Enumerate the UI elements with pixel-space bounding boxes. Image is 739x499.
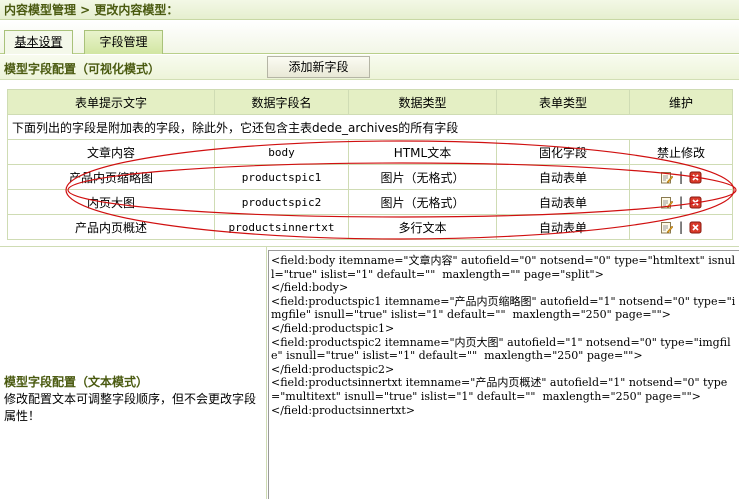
row-form-type: 自动表单: [496, 214, 630, 240]
row-maintenance: 禁止修改: [629, 139, 733, 165]
row-form-type: 自动表单: [496, 189, 630, 215]
header-maintenance: 维护: [629, 89, 733, 115]
row-maintenance: |: [629, 164, 733, 190]
field-table: 表单提示文字 数据字段名 数据类型 表单类型 维护 下面列出的字段是附加表的字段…: [7, 89, 733, 240]
table-row: 产品内页概述 productsinnertxt 多行文本 自动表单 |: [7, 214, 733, 240]
row-maintenance: |: [629, 214, 733, 240]
section-divider: [0, 246, 739, 247]
header-field-name: 数据字段名: [214, 89, 349, 115]
delete-icon[interactable]: [689, 171, 702, 184]
delete-icon[interactable]: [689, 196, 702, 209]
tab-basic-settings[interactable]: 基本设置: [4, 30, 73, 54]
row-maintenance: |: [629, 189, 733, 215]
separator: |: [678, 170, 684, 185]
header-form-type: 表单类型: [496, 89, 630, 115]
edit-icon[interactable]: [660, 196, 673, 209]
header-form-label: 表单提示文字: [7, 89, 215, 115]
table-row: 文章内容 body HTML文本 固化字段 禁止修改: [7, 139, 733, 165]
add-field-button[interactable]: 添加新字段: [267, 56, 370, 78]
table-note-row: 下面列出的字段是附加表的字段，除此外，它还包含主表dede_archives的所…: [7, 114, 733, 140]
edit-icon[interactable]: [660, 221, 673, 234]
table-note: 下面列出的字段是附加表的字段，除此外，它还包含主表dede_archives的所…: [7, 114, 733, 140]
table-header-row: 表单提示文字 数据字段名 数据类型 表单类型 维护: [7, 89, 733, 115]
row-field-name: productspic2: [214, 189, 349, 215]
breadcrumb: 内容模型管理 > 更改内容模型：: [4, 3, 179, 17]
config-textarea[interactable]: <field:body itemname="文章内容" autofield="0…: [268, 250, 739, 499]
column-divider: [266, 247, 267, 499]
row-label: 产品内页缩略图: [7, 164, 215, 190]
tab-field-management[interactable]: 字段管理: [84, 30, 163, 54]
header-data-type: 数据类型: [348, 89, 497, 115]
table-row: 产品内页缩略图 productspic1 图片（无格式） 自动表单 |: [7, 164, 733, 190]
text-mode-description: 修改配置文本可调整字段顺序，但不会更改字段属性！: [4, 392, 257, 423]
row-data-type: HTML文本: [348, 139, 497, 165]
separator: |: [678, 195, 684, 210]
row-label: 内页大图: [7, 189, 215, 215]
separator: |: [678, 220, 684, 235]
row-label: 文章内容: [7, 139, 215, 165]
title-bar: 内容模型管理 > 更改内容模型：: [0, 0, 739, 20]
edit-icon[interactable]: [660, 171, 673, 184]
row-form-type: 自动表单: [496, 164, 630, 190]
row-data-type: 多行文本: [348, 214, 497, 240]
row-data-type: 图片（无格式）: [348, 189, 497, 215]
row-data-type: 图片（无格式）: [348, 164, 497, 190]
table-row: 内页大图 productspic2 图片（无格式） 自动表单 |: [7, 189, 733, 215]
tab-bar: 基本设置 字段管理: [0, 21, 739, 54]
visual-config-title: 模型字段配置（可视化模式）: [4, 62, 161, 76]
delete-icon[interactable]: [689, 221, 702, 234]
text-mode-panel: 模型字段配置（文本模式） 修改配置文本可调整字段顺序，但不会更改字段属性！: [4, 374, 262, 425]
row-field-name: productsinnertxt: [214, 214, 349, 240]
row-field-name: productspic1: [214, 164, 349, 190]
text-mode-title: 模型字段配置（文本模式）: [4, 375, 149, 389]
row-form-type: 固化字段: [496, 139, 630, 165]
row-label: 产品内页概述: [7, 214, 215, 240]
row-field-name: body: [214, 139, 349, 165]
